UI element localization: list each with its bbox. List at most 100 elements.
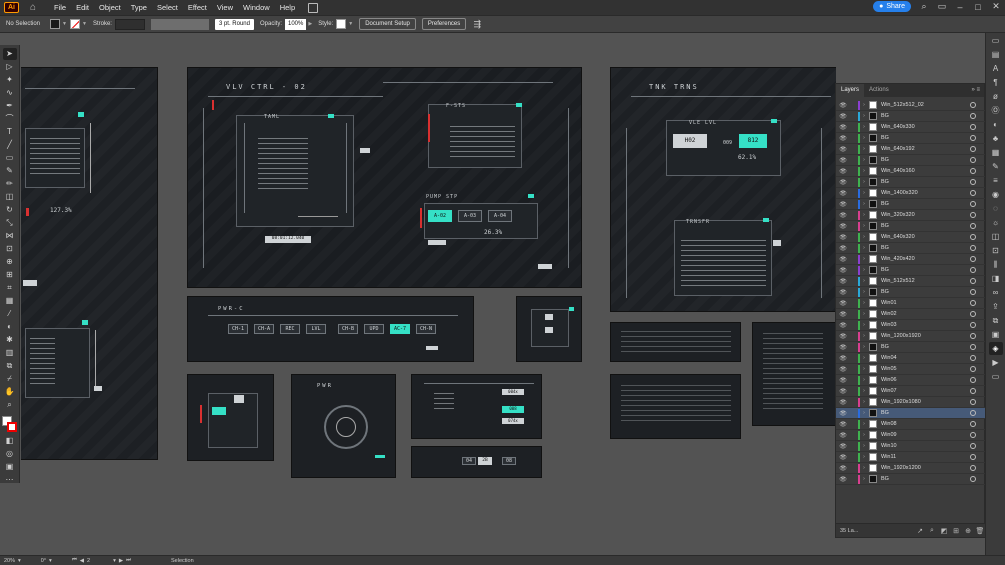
target-circle-icon[interactable] xyxy=(970,377,976,383)
menu-type[interactable]: Type xyxy=(126,0,152,15)
menu-select[interactable]: Select xyxy=(152,0,183,15)
layer-row[interactable]: 👁 › Win04 xyxy=(836,353,986,364)
share-button[interactable]: ● Share xyxy=(873,1,911,12)
fill-stroke-swatches[interactable] xyxy=(1,415,19,435)
target-circle-icon[interactable] xyxy=(970,113,976,119)
zoom-tool-icon[interactable]: ⌕ xyxy=(3,399,17,411)
layer-row[interactable]: 👁 › Win_420x420 xyxy=(836,254,986,265)
export-icon[interactable]: ↗ xyxy=(914,527,926,535)
expand-arrow-icon[interactable]: › xyxy=(860,443,868,449)
target-circle-icon[interactable] xyxy=(970,322,976,328)
width-tool-icon[interactable]: ⋈ xyxy=(3,230,17,242)
brush-definition[interactable]: 3 pt. Round xyxy=(214,18,254,30)
layer-name[interactable]: Win05 xyxy=(881,366,970,372)
expand-arrow-icon[interactable]: › xyxy=(860,223,868,229)
target-circle-icon[interactable] xyxy=(970,454,976,460)
arrange-documents-icon[interactable] xyxy=(308,2,319,13)
menu-effect[interactable]: Effect xyxy=(183,0,212,15)
expand-arrow-icon[interactable]: › xyxy=(860,421,868,427)
pwr-button-ch1[interactable]: CH-1 xyxy=(228,324,248,334)
expand-arrow-icon[interactable]: › xyxy=(860,124,868,130)
preferences-button[interactable]: Preferences xyxy=(421,18,467,30)
line-tool-icon[interactable]: ╱ xyxy=(3,139,17,151)
links-icon[interactable]: ∞ xyxy=(989,286,1003,299)
visibility-eye-icon[interactable]: 👁 xyxy=(838,124,848,131)
layer-row[interactable]: 👁 › Win_320x320 xyxy=(836,210,986,221)
layer-row[interactable]: 👁 › Win_1200x1920 xyxy=(836,331,986,342)
target-circle-icon[interactable] xyxy=(970,278,976,284)
artboard-bottom-bar[interactable]: 04 2B 08 xyxy=(411,446,542,478)
style-swatch[interactable] xyxy=(336,19,347,29)
layer-name[interactable]: Win03 xyxy=(881,322,970,328)
artboard-tool-icon[interactable]: ⧉ xyxy=(3,360,17,372)
target-circle-icon[interactable] xyxy=(970,256,976,262)
scale-tool-icon[interactable]: ⤡ xyxy=(3,217,17,229)
visibility-eye-icon[interactable]: 👁 xyxy=(838,454,848,461)
target-circle-icon[interactable] xyxy=(970,190,976,196)
transform-icon[interactable]: ⊡ xyxy=(989,244,1003,257)
visibility-eye-icon[interactable]: 👁 xyxy=(838,421,848,428)
pwr-button-upd[interactable]: UPD xyxy=(364,324,384,334)
pump-button-a02[interactable]: A-02 xyxy=(428,210,452,222)
layer-row[interactable]: 👁 › Win02 xyxy=(836,309,986,320)
layer-name[interactable]: Win06 xyxy=(881,377,970,383)
export-icon[interactable]: ⇪ xyxy=(989,300,1003,313)
target-circle-icon[interactable] xyxy=(970,432,976,438)
next-artboard-icon[interactable]: ▶ xyxy=(119,558,123,564)
target-circle-icon[interactable] xyxy=(970,443,976,449)
target-circle-icon[interactable] xyxy=(970,179,976,185)
artboard-data-strip-1[interactable] xyxy=(610,322,741,362)
perspective-grid-icon[interactable]: ⊞ xyxy=(3,269,17,281)
target-circle-icon[interactable] xyxy=(970,223,976,229)
layer-row[interactable]: 👁 › Win11 xyxy=(836,452,986,463)
expand-arrow-icon[interactable]: › xyxy=(860,399,868,405)
menu-help[interactable]: Help xyxy=(275,0,300,15)
eraser-icon[interactable]: ◫ xyxy=(3,191,17,203)
slice-tool-icon[interactable]: ⌿ xyxy=(3,373,17,385)
layer-name[interactable]: Win_320x320 xyxy=(881,212,970,218)
visibility-eye-icon[interactable]: 👁 xyxy=(838,212,848,219)
comments-icon[interactable]: ▭ xyxy=(989,370,1003,383)
layer-row[interactable]: 👁 › Win_640x192 xyxy=(836,144,986,155)
layer-name[interactable]: BG xyxy=(881,245,970,251)
layer-row[interactable]: 👁 › Win_512x512 xyxy=(836,276,986,287)
eyedropper-icon[interactable]: ⁄ xyxy=(3,308,17,320)
previous-artboard-icon[interactable]: ◀ xyxy=(80,558,84,564)
layer-name[interactable]: Win_1200x1920 xyxy=(881,333,970,339)
visibility-eye-icon[interactable]: 👁 xyxy=(838,168,848,175)
expand-arrow-icon[interactable]: › xyxy=(860,377,868,383)
expand-arrow-icon[interactable]: › xyxy=(860,168,868,174)
visibility-eye-icon[interactable]: 👁 xyxy=(838,289,848,296)
expand-arrow-icon[interactable]: › xyxy=(860,157,868,163)
expand-arrow-icon[interactable]: › xyxy=(860,267,868,273)
layer-name[interactable]: BG xyxy=(881,201,970,207)
pwr-button-rec[interactable]: REC xyxy=(280,324,300,334)
layer-row[interactable]: 👁 › Win_640x320 xyxy=(836,232,986,243)
paragraph-icon[interactable]: ¶ xyxy=(989,76,1003,89)
pwr-button-chb[interactable]: CH-B xyxy=(338,324,358,334)
libraries-icon[interactable]: ▤ xyxy=(989,48,1003,61)
expand-arrow-icon[interactable]: › xyxy=(860,465,868,471)
mesh-tool-icon[interactable]: ⌗ xyxy=(3,282,17,294)
transparency-icon[interactable]: ◌ xyxy=(989,202,1003,215)
layer-row[interactable]: 👁 › Win06 xyxy=(836,375,986,386)
layer-name[interactable]: Win_512x512 xyxy=(881,278,970,284)
target-circle-icon[interactable] xyxy=(970,135,976,141)
target-circle-icon[interactable] xyxy=(970,157,976,163)
menu-file[interactable]: File xyxy=(49,0,71,15)
layer-row[interactable]: 👁 › BG xyxy=(836,342,986,353)
target-circle-icon[interactable] xyxy=(970,388,976,394)
graph-tool-icon[interactable]: ▥ xyxy=(3,347,17,359)
free-transform-icon[interactable]: ⊡ xyxy=(3,243,17,255)
layer-row[interactable]: 👁 › Win09 xyxy=(836,430,986,441)
gradient-icon[interactable]: ◉ xyxy=(989,188,1003,201)
menu-view[interactable]: View xyxy=(212,0,238,15)
maximize-icon[interactable]: □ xyxy=(973,2,983,12)
expand-arrow-icon[interactable]: › xyxy=(860,179,868,185)
search-icon[interactable]: ⌕ xyxy=(919,1,929,12)
artboard-data-tall[interactable] xyxy=(752,322,836,426)
layer-name[interactable]: BG xyxy=(881,113,970,119)
locate-object-icon[interactable]: ⌕ xyxy=(926,527,938,535)
layer-name[interactable]: Win_640x330 xyxy=(881,124,970,130)
minimize-icon[interactable]: – xyxy=(955,2,965,12)
